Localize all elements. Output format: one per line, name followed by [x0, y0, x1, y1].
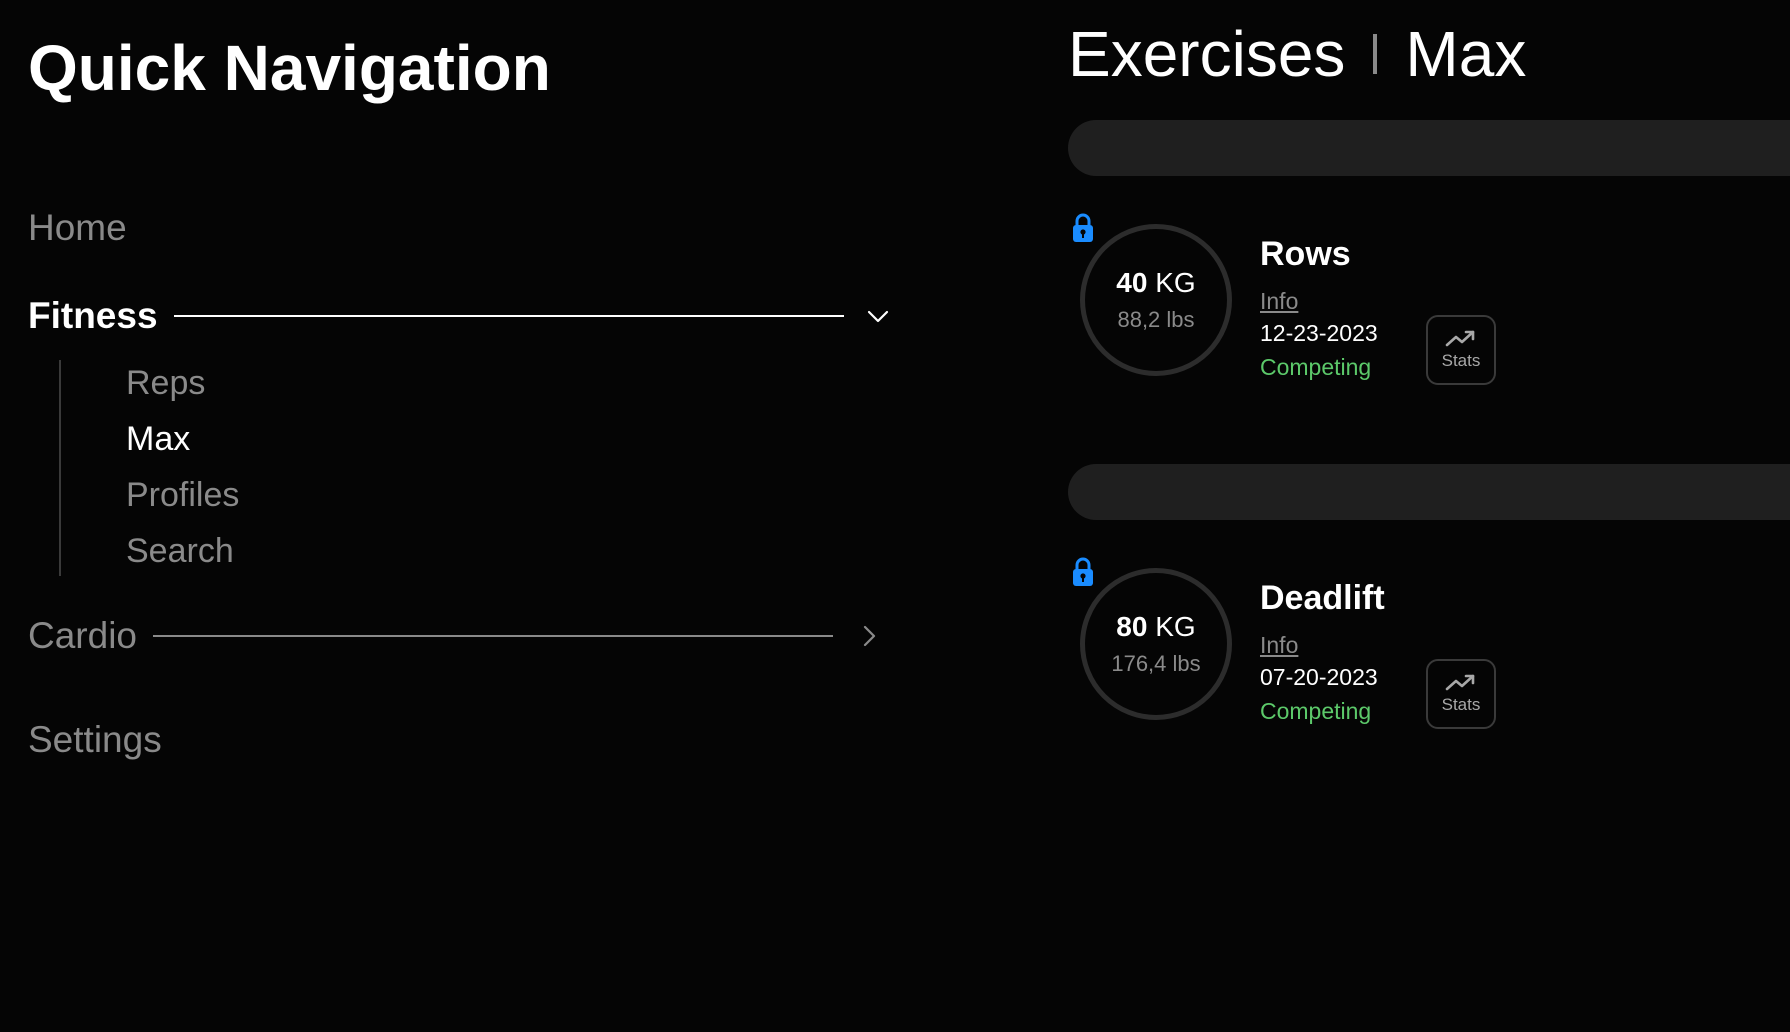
stats-button[interactable]: Stats — [1426, 315, 1496, 385]
nav-divider-line — [173, 315, 844, 317]
stats-label: Stats — [1441, 351, 1481, 370]
weight-ring: 40 KG 88,2 lbs — [1080, 224, 1232, 376]
sub-item-search[interactable]: Search — [126, 530, 234, 572]
exercise-name: Rows — [1260, 235, 1351, 273]
weight-kg: 80 KG — [1116, 611, 1196, 642]
nav-item-cardio[interactable]: Cardio — [28, 611, 888, 661]
trend-up-icon — [1445, 674, 1475, 691]
exercise-date: 07-20-2023 — [1260, 664, 1378, 690]
weight-lbs: 176,4 lbs — [1111, 651, 1201, 676]
weight-ring: 80 KG 176,4 lbs — [1080, 568, 1232, 720]
breadcrumb-section[interactable]: Exercises — [1068, 14, 1345, 94]
nav-item-label: Cardio — [28, 615, 137, 656]
stats-label: Stats — [1441, 695, 1481, 714]
weight-kg: 40 KG — [1116, 267, 1196, 298]
exercise-name: Deadlift — [1260, 579, 1385, 617]
nav-item-fitness[interactable]: Fitness — [28, 291, 888, 341]
nav-divider-line — [153, 635, 833, 637]
lock-icon — [1072, 213, 1094, 243]
fitness-submenu — [59, 360, 461, 576]
exercise-header-bar — [1068, 464, 1790, 520]
exercise-card: 80 KG 176,4 lbs Deadlift Info 07-20-2023… — [1068, 557, 1790, 747]
info-link[interactable]: Info — [1260, 631, 1298, 659]
lock-icon — [1072, 557, 1094, 587]
nav-title: Quick Navigation — [28, 32, 551, 104]
nav-item-label: Fitness — [28, 295, 158, 336]
nav-item-label: Home — [28, 207, 127, 248]
nav-item-settings[interactable]: Settings — [28, 715, 888, 765]
nav-item-label: Settings — [28, 719, 162, 760]
exercise-header-bar — [1068, 120, 1790, 176]
weight-lbs: 88,2 lbs — [1117, 307, 1195, 332]
sub-item-max[interactable]: Max — [126, 418, 190, 460]
breadcrumb-separator — [1373, 34, 1378, 74]
exercise-date: 12-23-2023 — [1260, 320, 1378, 346]
stats-button[interactable]: Stats — [1426, 659, 1496, 729]
status-text: Competing — [1260, 354, 1372, 380]
breadcrumb-page: Max — [1405, 18, 1527, 90]
info-link[interactable]: Info — [1260, 287, 1298, 315]
status-text: Competing — [1260, 698, 1372, 724]
chevron-right-icon[interactable] — [855, 622, 883, 650]
breadcrumb: Exercises Max — [1068, 14, 1526, 94]
trend-up-icon — [1445, 330, 1475, 347]
exercise-card: 40 KG 88,2 lbs Rows Info 12-23-2023 Comp… — [1068, 213, 1790, 403]
sub-item-profiles[interactable]: Profiles — [126, 474, 239, 516]
chevron-down-icon[interactable] — [866, 302, 890, 330]
nav-item-home[interactable]: Home — [28, 203, 888, 253]
sub-item-reps[interactable]: Reps — [126, 362, 205, 404]
